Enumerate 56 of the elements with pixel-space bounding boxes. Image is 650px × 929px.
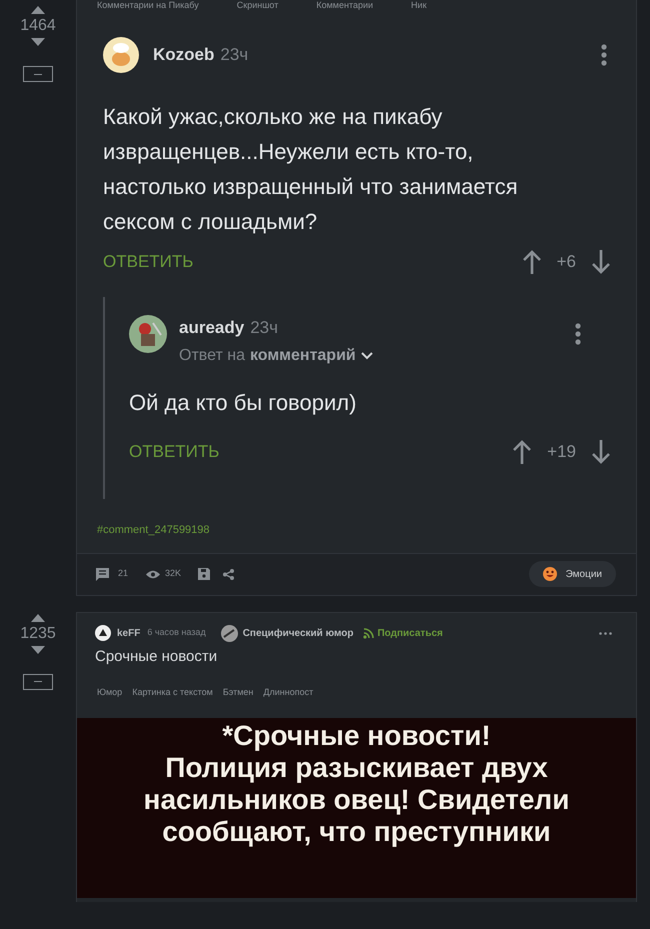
comment-score: +6 bbox=[556, 251, 576, 273]
tag-link[interactable]: Бэтмен bbox=[222, 686, 254, 700]
rating-count: 1464 bbox=[20, 16, 56, 36]
comment-text: Ой да кто бы говорил) bbox=[129, 389, 358, 417]
rating-count: 1235 bbox=[20, 624, 56, 644]
post-title[interactable]: Срочные новости bbox=[77, 646, 636, 668]
comment-score: +19 bbox=[547, 441, 576, 463]
views-count: 32K bbox=[165, 567, 182, 580]
author-name[interactable]: Kozoeb bbox=[153, 42, 214, 68]
upvote-icon[interactable] bbox=[31, 6, 45, 14]
reply-to-label: Ответ на bbox=[179, 346, 245, 366]
image-text-line: сообщают, что преступники bbox=[162, 816, 551, 848]
author-name[interactable]: auready bbox=[179, 314, 244, 340]
reply-button[interactable]: ОТВЕТИТЬ bbox=[103, 249, 194, 274]
tag-link[interactable]: Картинка с текстом bbox=[132, 686, 213, 700]
downvote-icon[interactable] bbox=[31, 646, 45, 654]
comment-count: 21 bbox=[118, 567, 128, 580]
arrow-down-icon[interactable] bbox=[592, 250, 610, 274]
comment-text: Какой ужас,сколько же на пикабу извращенцев...Неужели есть кто-то, настолько извращенный что занимается сексом с лошадьми? bbox=[103, 103, 519, 236]
smiley-icon bbox=[542, 567, 557, 581]
comment-icon[interactable] bbox=[96, 568, 109, 580]
eye-icon bbox=[146, 570, 160, 578]
image-text-line: Полиция разыскивает двух bbox=[165, 752, 548, 784]
more-icon[interactable] bbox=[599, 632, 612, 634]
arrow-down-icon[interactable] bbox=[592, 440, 610, 464]
downvote-icon[interactable] bbox=[31, 38, 45, 46]
post-time: 6 часов назад bbox=[147, 626, 206, 640]
parent-comment-link[interactable]: комментарий bbox=[250, 344, 356, 368]
tag-link[interactable]: Длиннопост bbox=[263, 686, 314, 700]
tag-link[interactable]: Скриншот bbox=[236, 0, 278, 11]
share-icon[interactable] bbox=[223, 568, 234, 580]
more-icon[interactable] bbox=[575, 322, 581, 344]
save-icon[interactable] bbox=[198, 568, 210, 580]
image-text-line: *Срочные новости! bbox=[222, 720, 491, 752]
community-link[interactable]: Специфический юмор bbox=[242, 626, 354, 640]
rss-icon bbox=[363, 628, 374, 638]
author-name[interactable]: keFF bbox=[117, 626, 140, 640]
upvote-icon[interactable] bbox=[31, 614, 45, 622]
tag-link[interactable]: Ник bbox=[411, 0, 427, 11]
arrow-up-icon[interactable] bbox=[513, 440, 532, 464]
chevron-down-icon[interactable] bbox=[360, 352, 373, 360]
tag-link[interactable]: Юмор bbox=[97, 686, 122, 700]
tag-link[interactable]: Комментарии bbox=[316, 0, 374, 11]
comment-anchor-link[interactable]: #comment_247599198 bbox=[97, 524, 210, 536]
collapse-button[interactable] bbox=[23, 66, 53, 82]
subscribe-button[interactable]: Подписаться bbox=[363, 626, 443, 640]
comment-time: 23ч bbox=[220, 44, 248, 66]
image-text-line: насильников овец! Свидетели bbox=[144, 784, 570, 816]
comment-time: 23ч bbox=[250, 316, 278, 338]
emotions-button[interactable]: Эмоции bbox=[528, 561, 616, 587]
reply-button[interactable]: ОТВЕТИТЬ bbox=[129, 439, 220, 464]
arrow-up-icon[interactable] bbox=[522, 250, 541, 274]
collapse-button[interactable] bbox=[23, 674, 53, 690]
tag-link[interactable]: Комментарии на Пикабу bbox=[97, 0, 199, 11]
community-avatar[interactable] bbox=[220, 624, 238, 642]
more-icon[interactable] bbox=[601, 44, 607, 66]
